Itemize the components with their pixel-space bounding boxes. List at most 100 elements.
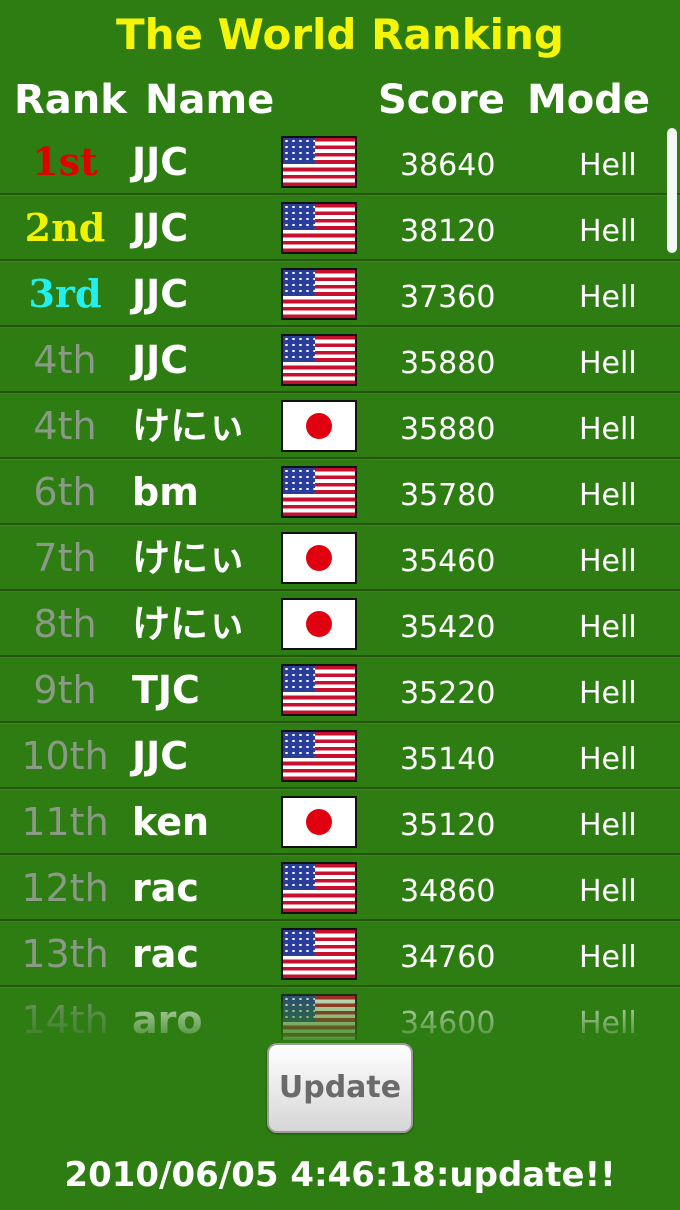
table-row[interactable]: 13th rac 34760 Hell: [0, 922, 680, 988]
flag-canton: [283, 468, 315, 494]
table-row[interactable]: 2nd JJC 38120 Hell: [0, 196, 680, 262]
header-mode: Mode: [527, 77, 651, 123]
rank-cell: 7th: [33, 536, 97, 580]
us-flag-icon: [281, 862, 357, 914]
us-flag-icon: [281, 334, 357, 386]
flag-sun: [306, 413, 332, 439]
us-flag-icon: [281, 202, 357, 254]
update-button[interactable]: Update: [267, 1043, 413, 1133]
rank-cell: 10th: [21, 734, 109, 778]
flag-canton: [283, 666, 315, 692]
mode-cell: Hell: [579, 346, 637, 381]
player-name: TJC: [132, 668, 200, 712]
score-cell: 37360: [400, 280, 496, 315]
scrollbar[interactable]: [667, 128, 677, 253]
table-row[interactable]: 12th rac 34860 Hell: [0, 856, 680, 922]
flag-canton: [283, 204, 315, 230]
header-rank: Rank: [14, 77, 127, 123]
rank-cell: 4th: [33, 404, 97, 448]
player-name: けにぃ: [132, 536, 247, 580]
header-name: Name: [145, 77, 275, 123]
player-name: rac: [132, 866, 199, 910]
table-row[interactable]: 1st JJC 38640 Hell: [0, 130, 680, 196]
rank-cell: 11th: [21, 800, 109, 844]
flag-canton: [283, 336, 315, 362]
us-flag-icon: [281, 268, 357, 320]
score-cell: 35120: [400, 808, 496, 843]
rank-cell: 4th: [33, 338, 97, 382]
mode-cell: Hell: [579, 412, 637, 447]
ranking-list[interactable]: 1st JJC 38640 Hell 2nd JJC 38120 Hell 3rd JJC 3736…: [0, 130, 680, 1040]
flag-canton: [283, 930, 315, 956]
mode-cell: Hell: [579, 610, 637, 645]
flag-canton: [283, 270, 315, 296]
mode-cell: Hell: [579, 940, 637, 975]
table-row[interactable]: 9th TJC 35220 Hell: [0, 658, 680, 724]
mode-cell: Hell: [579, 676, 637, 711]
rank-cell: 3rd: [28, 271, 102, 316]
score-cell: 35220: [400, 676, 496, 711]
score-cell: 35420: [400, 610, 496, 645]
rank-cell: 12th: [21, 866, 109, 910]
us-flag-icon: [281, 928, 357, 980]
header-score: Score: [378, 77, 505, 123]
flag-sun: [306, 545, 332, 571]
player-name: JJC: [132, 338, 189, 382]
table-row[interactable]: 8th けにぃ 35420 Hell: [0, 592, 680, 658]
flag-sun: [306, 611, 332, 637]
us-flag-icon: [281, 664, 357, 716]
mode-cell: Hell: [579, 742, 637, 777]
table-row[interactable]: 4th JJC 35880 Hell: [0, 328, 680, 394]
player-name: JJC: [132, 734, 189, 778]
player-name: bm: [132, 470, 199, 514]
table-row[interactable]: 11th ken 35120 Hell: [0, 790, 680, 856]
column-headers: Rank Name Score Mode: [0, 72, 680, 128]
mode-cell: Hell: [579, 148, 637, 183]
score-cell: 38640: [400, 148, 496, 183]
table-row[interactable]: 6th bm 35780 Hell: [0, 460, 680, 526]
player-name: けにぃ: [132, 602, 247, 646]
page-title: The World Ranking: [115, 10, 564, 59]
us-flag-icon: [281, 994, 357, 1040]
player-name: JJC: [132, 206, 189, 250]
score-cell: 34860: [400, 874, 496, 909]
mode-cell: Hell: [579, 280, 637, 315]
jp-flag-icon: [281, 400, 357, 452]
player-name: rac: [132, 932, 199, 976]
us-flag-icon: [281, 136, 357, 188]
rank-cell: 6th: [33, 470, 97, 514]
player-name: JJC: [132, 140, 189, 184]
mode-cell: Hell: [579, 1006, 637, 1040]
mode-cell: Hell: [579, 478, 637, 513]
score-cell: 35880: [400, 346, 496, 381]
score-cell: 35140: [400, 742, 496, 777]
mode-cell: Hell: [579, 874, 637, 909]
table-row[interactable]: 14th aro 34600 Hell: [0, 988, 680, 1040]
score-cell: 34760: [400, 940, 496, 975]
score-cell: 34600: [400, 1006, 496, 1040]
rank-cell: 2nd: [24, 205, 106, 250]
us-flag-icon: [281, 466, 357, 518]
rank-cell: 9th: [33, 668, 97, 712]
jp-flag-icon: [281, 796, 357, 848]
score-cell: 38120: [400, 214, 496, 249]
last-update-status: 2010/06/05 4:46:18:update!!: [64, 1155, 616, 1195]
us-flag-icon: [281, 730, 357, 782]
mode-cell: Hell: [579, 214, 637, 249]
flag-canton: [283, 996, 315, 1022]
score-cell: 35780: [400, 478, 496, 513]
rank-cell: 1st: [32, 139, 98, 184]
flag-canton: [283, 732, 315, 758]
score-cell: 35460: [400, 544, 496, 579]
table-row[interactable]: 10th JJC 35140 Hell: [0, 724, 680, 790]
table-row[interactable]: 3rd JJC 37360 Hell: [0, 262, 680, 328]
rank-cell: 14th: [21, 998, 109, 1040]
mode-cell: Hell: [579, 808, 637, 843]
jp-flag-icon: [281, 532, 357, 584]
table-row[interactable]: 4th けにぃ 35880 Hell: [0, 394, 680, 460]
table-row[interactable]: 7th けにぃ 35460 Hell: [0, 526, 680, 592]
player-name: けにぃ: [132, 404, 247, 448]
rank-cell: 13th: [21, 932, 109, 976]
player-name: aro: [132, 998, 203, 1040]
flag-sun: [306, 809, 332, 835]
